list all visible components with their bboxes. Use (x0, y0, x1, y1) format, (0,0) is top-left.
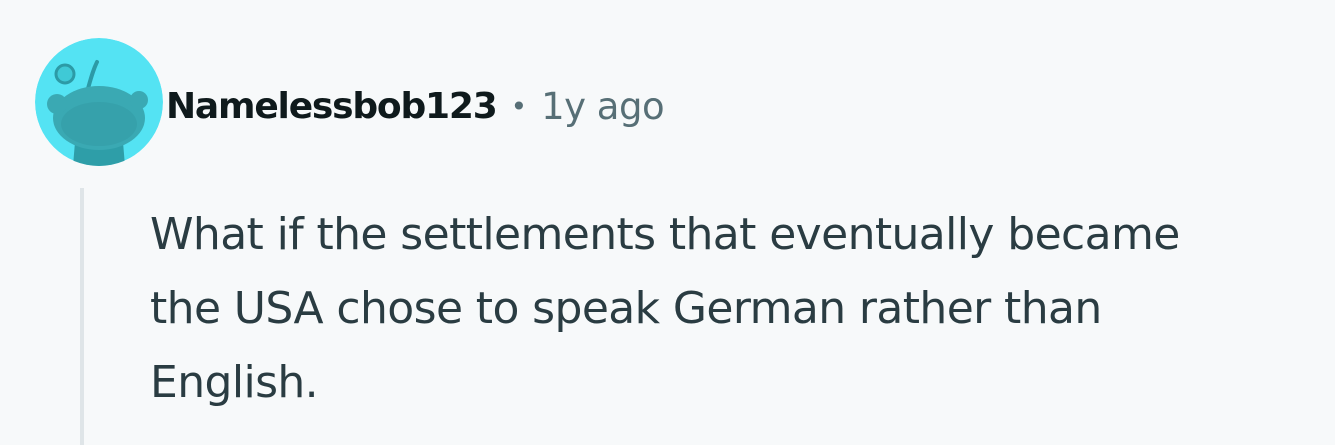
avatar[interactable] (35, 38, 163, 166)
comment-text-line: the USA chose to speak German rather tha… (150, 283, 1102, 334)
comment-header: Namelessbob123 • 1y ago (166, 78, 665, 134)
thread-line[interactable] (80, 188, 84, 445)
timestamp[interactable]: 1y ago (541, 85, 665, 128)
comment-body: What if the settlements that eventually … (150, 198, 1330, 420)
comment: Namelessbob123 • 1y ago What if the sett… (0, 0, 1335, 445)
comment-text-line: What if the settlements that eventually … (150, 209, 1180, 260)
username-link[interactable]: Namelessbob123 (166, 86, 498, 127)
comment-text-line: English. (150, 357, 319, 408)
separator-dot: • (510, 89, 528, 123)
reddit-snoo-avatar-icon (35, 38, 163, 166)
